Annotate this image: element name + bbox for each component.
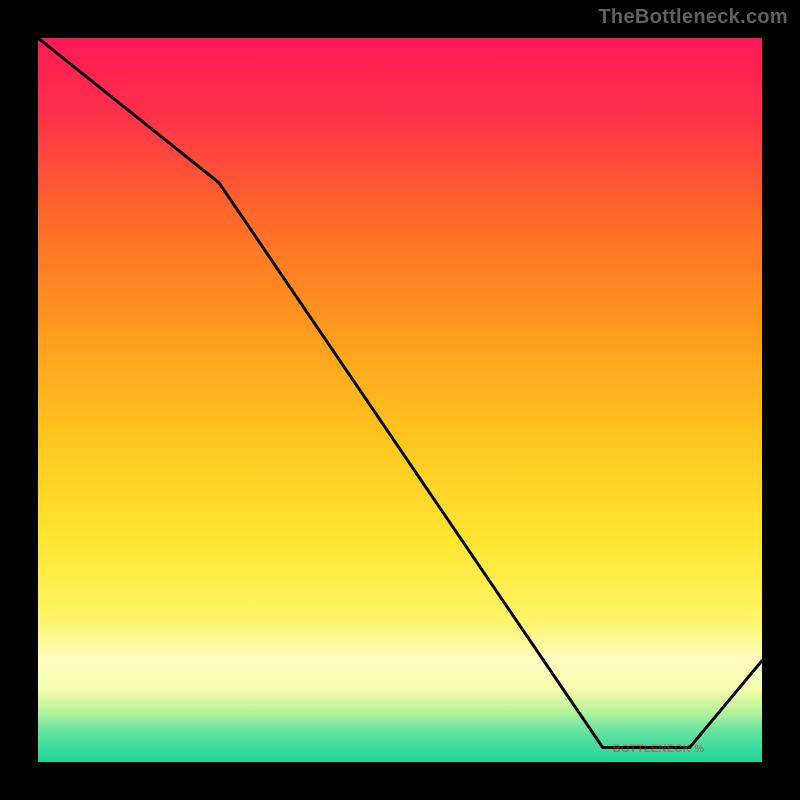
attribution-label: TheBottleneck.com <box>598 6 788 29</box>
inline-series-label: BOTTLENECK % <box>613 743 705 755</box>
plot-area: BOTTLENECK % <box>35 35 765 765</box>
chart-frame: TheBottleneck.com <box>0 0 800 800</box>
gradient-background <box>38 38 762 762</box>
gradient-plot <box>38 38 762 762</box>
